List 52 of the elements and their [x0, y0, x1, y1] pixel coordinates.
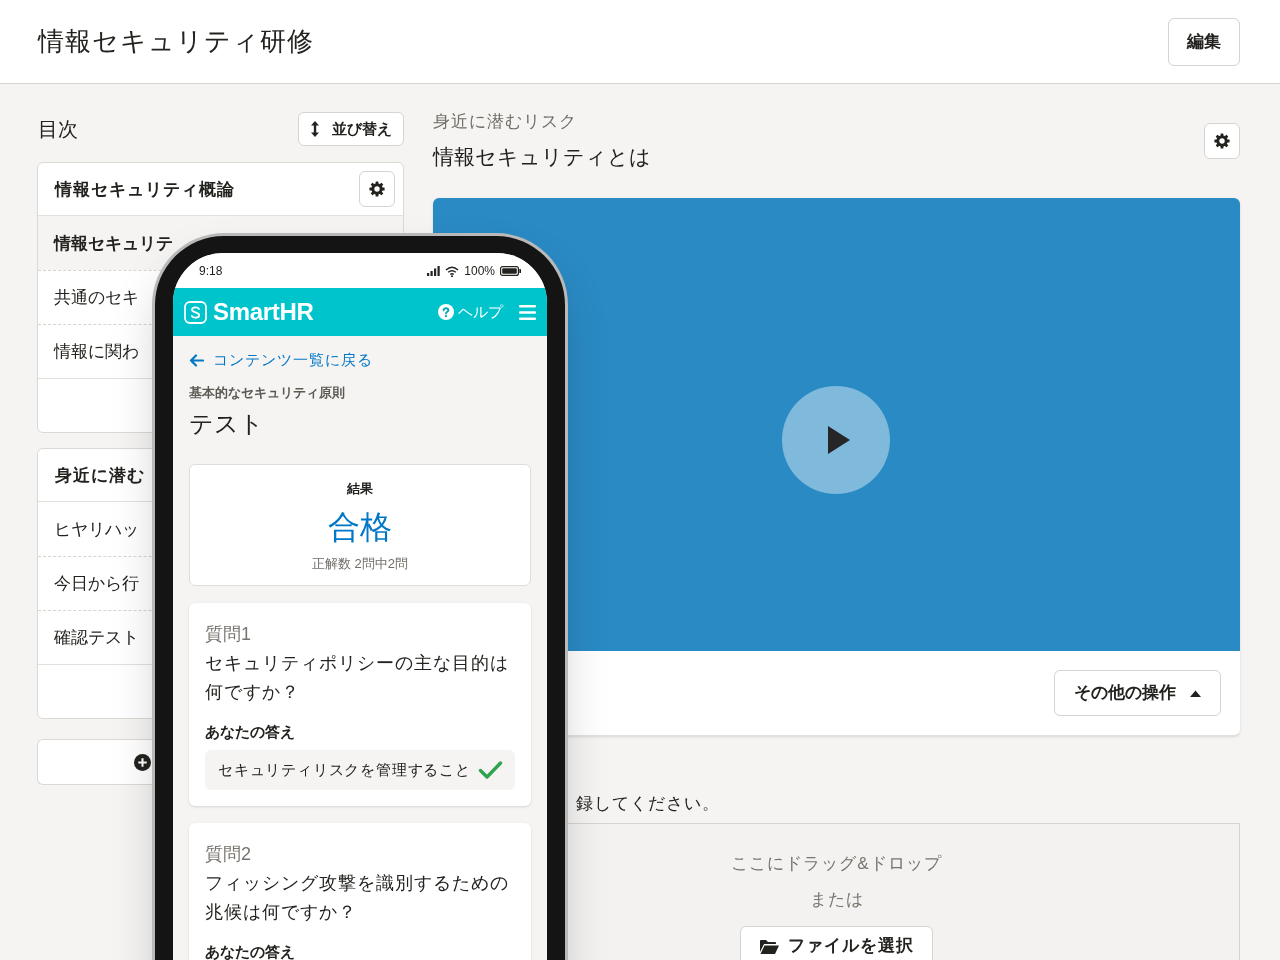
- battery-icon: [500, 266, 521, 276]
- back-arrow-icon: [189, 353, 204, 367]
- battery-level: 100%: [464, 263, 495, 280]
- sidebar-item[interactable]: 共通のセキ: [54, 289, 139, 306]
- drop-hint: ここにドラッグ&ドロップ: [731, 853, 942, 875]
- section-label: 身近に潜むリスク: [433, 112, 578, 132]
- more-actions-button[interactable]: その他の操作: [1054, 670, 1221, 716]
- help-icon: [438, 304, 454, 320]
- section-title: 情報セキュリティ概論: [55, 180, 235, 198]
- sidebar-item[interactable]: ヒヤリハッ: [54, 520, 139, 538]
- lesson-title: 情報セキュリティとは: [433, 144, 651, 170]
- upload-instruction: 録してください。: [576, 793, 720, 815]
- play-icon: [828, 426, 850, 454]
- caret-up-icon: [1190, 689, 1201, 697]
- answer-label: あなたの答え: [205, 942, 295, 960]
- separator-text: または: [809, 889, 864, 911]
- page-title: 情報セキュリティ研修: [38, 25, 314, 58]
- answer-label: あなたの答え: [205, 722, 295, 742]
- toc-title: 目次: [37, 117, 78, 142]
- up-down-arrow-icon: [310, 121, 320, 137]
- sidebar-item[interactable]: 今日から行: [54, 575, 139, 592]
- status-time: 9:18: [199, 263, 223, 280]
- settings-button[interactable]: [1204, 123, 1240, 159]
- question-number: 質問2: [205, 843, 251, 865]
- sidebar-item[interactable]: 確認テスト: [54, 629, 139, 646]
- edit-button[interactable]: 編集: [1168, 17, 1240, 66]
- signal-icon: [427, 266, 441, 276]
- gear-icon: [369, 181, 385, 197]
- section-title: 身近に潜む: [55, 466, 145, 484]
- question-number: 質問1: [205, 623, 251, 645]
- score-text: 正解数 2問中2問: [311, 555, 409, 573]
- category-label: 基本的なセキュリティ原則: [189, 384, 345, 402]
- back-link[interactable]: コンテンツ一覧に戻る: [189, 350, 373, 370]
- settings-button[interactable]: [359, 171, 395, 207]
- add-button[interactable]: [37, 739, 152, 785]
- question-text: フィッシング攻撃を識別するための兆候は何ですか？: [205, 872, 510, 924]
- logo-text: SmartHR: [213, 300, 314, 324]
- logo-icon: [184, 300, 207, 324]
- result-label: 結果: [347, 480, 373, 498]
- sort-button[interactable]: 並び替え: [298, 112, 404, 146]
- plus-circle-icon: [134, 753, 151, 771]
- wifi-icon: [445, 265, 460, 277]
- question-text: セキュリティポリシーの主な目的は何ですか？: [205, 652, 510, 704]
- folder-icon: [759, 938, 779, 954]
- sidebar-item[interactable]: 情報セキュリテ: [54, 234, 173, 252]
- answer-text: セキュリティリスクを管理すること: [218, 759, 471, 780]
- drop-zone[interactable]: ここにドラッグ&ドロップ または ファイルを選択: [568, 823, 1240, 960]
- select-file-button[interactable]: ファイルを選択: [740, 926, 933, 960]
- sidebar-item[interactable]: 情報に関わ: [54, 343, 139, 360]
- test-title: テスト: [189, 409, 264, 439]
- gear-icon: [1214, 133, 1230, 149]
- result-verdict: 合格: [328, 508, 392, 547]
